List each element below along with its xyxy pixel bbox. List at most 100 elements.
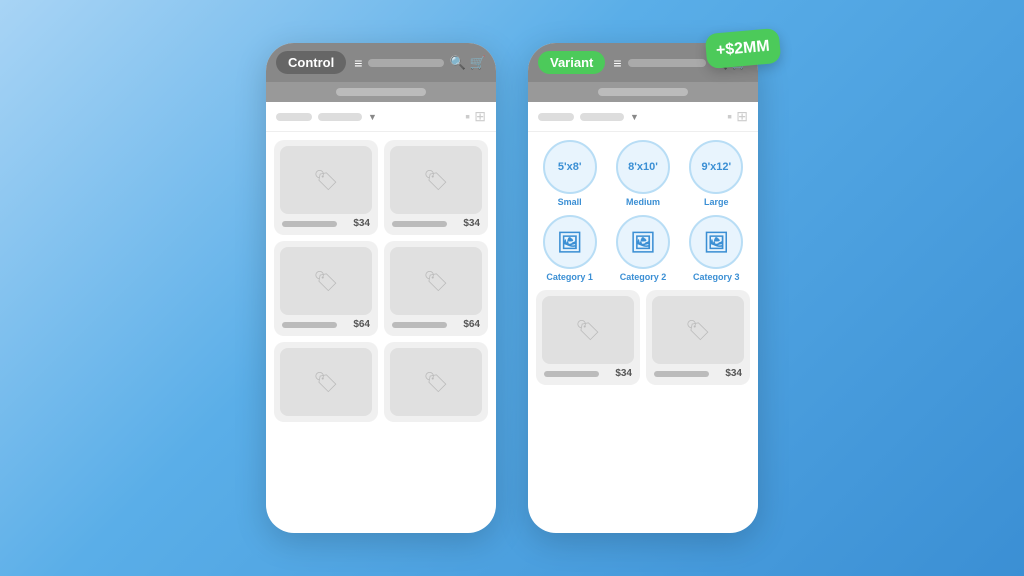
control-filter-pill-1[interactable]: [276, 113, 312, 121]
control-product-info-1: $34: [280, 218, 372, 229]
variant-size-sublabel-medium: Medium: [626, 197, 660, 207]
control-subheader-bar: [336, 88, 426, 96]
variant-category-icon-3: 🖼: [704, 230, 729, 255]
variant-size-circle-large[interactable]: 9'x12': [689, 140, 743, 194]
variant-header-bar: [628, 59, 706, 67]
variant-category-circles: 🖼 Category 1 🖼 Category 2 🖼: [536, 215, 750, 282]
variant-revenue-badge: +$2MM: [705, 28, 782, 69]
control-product-image-1: 🏷: [280, 146, 372, 214]
control-product-card-5[interactable]: 🏷: [274, 342, 378, 422]
control-header-icons: 🔍 🛒: [450, 55, 486, 71]
control-product-price-4: $64: [463, 319, 480, 330]
control-product-info-2: $34: [390, 218, 482, 229]
control-product-grid-3: 🏷 🏷: [274, 342, 488, 422]
control-label: Control: [276, 51, 346, 74]
control-product-price-1: $34: [353, 218, 370, 229]
variant-product-image-1: 🏷: [542, 296, 634, 364]
control-product-price-3: $64: [353, 319, 370, 330]
control-product-card-6[interactable]: 🏷: [384, 342, 488, 422]
variant-product-name-bar-1: [544, 371, 599, 377]
control-header: Control ≡ 🔍 🛒: [266, 43, 496, 82]
variant-product-info-1: $34: [542, 368, 634, 379]
variant-category-circle-3[interactable]: 🖼: [689, 215, 743, 269]
variant-menu-icon[interactable]: ≡: [613, 55, 621, 71]
control-product-info-4: $64: [390, 319, 482, 330]
variant-category-label-2: Category 2: [620, 272, 667, 282]
control-subheader: [266, 82, 496, 102]
control-chevron-icon: ▼: [368, 112, 377, 122]
control-product-image-6: 🏷: [390, 348, 482, 416]
control-product-grid-1: 🏷 $34 🏷 $34: [274, 140, 488, 235]
variant-size-item-medium[interactable]: 8'x10' Medium: [616, 140, 670, 207]
variant-product-price-2: $34: [725, 368, 742, 379]
variant-content: 5'x8' Small 8'x10' Medium 9'x12': [528, 132, 758, 533]
variant-product-price-1: $34: [615, 368, 632, 379]
control-phone-wrapper: Control ≡ 🔍 🛒 ▼ ▪ ⊞: [266, 43, 496, 533]
variant-category-circle-2[interactable]: 🖼: [616, 215, 670, 269]
variant-category-item-3[interactable]: 🖼 Category 3: [689, 215, 743, 282]
variant-product-info-2: $34: [652, 368, 744, 379]
control-product-name-bar-3: [282, 322, 337, 328]
variant-category-icon-2: 🖼: [630, 230, 655, 255]
variant-product-card-1[interactable]: 🏷 $34: [536, 290, 640, 385]
control-header-bar: [368, 59, 443, 67]
variant-category-icon-1: 🖼: [557, 230, 582, 255]
variant-label: Variant: [538, 51, 605, 74]
screens-container: Control ≡ 🔍 🛒 ▼ ▪ ⊞: [266, 43, 758, 533]
variant-category-circle-1[interactable]: 🖼: [543, 215, 597, 269]
variant-subheader-bar: [598, 88, 688, 96]
variant-size-label-medium: 8'x10': [628, 161, 658, 173]
variant-size-circle-small[interactable]: 5'x8': [543, 140, 597, 194]
control-list-view-icon[interactable]: ▪: [465, 108, 470, 125]
control-filter-dropdown[interactable]: [318, 113, 362, 121]
variant-category-label-3: Category 3: [693, 272, 740, 282]
control-cart-icon[interactable]: 🛒: [470, 55, 486, 71]
variant-product-card-2[interactable]: 🏷 $34: [646, 290, 750, 385]
variant-size-sublabel-small: Small: [558, 197, 582, 207]
variant-category-item-1[interactable]: 🖼 Category 1: [543, 215, 597, 282]
variant-grid-icons: ▪ ⊞: [727, 108, 748, 125]
control-product-card-4[interactable]: 🏷 $64: [384, 241, 488, 336]
control-content: 🏷 $34 🏷 $34: [266, 132, 496, 533]
variant-product-image-2: 🏷: [652, 296, 744, 364]
variant-filter-dropdown[interactable]: [580, 113, 624, 121]
variant-size-item-large[interactable]: 9'x12' Large: [689, 140, 743, 207]
variant-grid-view-icon[interactable]: ⊞: [736, 108, 748, 125]
control-product-name-bar-4: [392, 322, 447, 328]
variant-size-item-small[interactable]: 5'x8' Small: [543, 140, 597, 207]
control-phone: Control ≡ 🔍 🛒 ▼ ▪ ⊞: [266, 43, 496, 533]
variant-product-grid-1: 🏷 $34 🏷 $34: [536, 290, 750, 385]
variant-subheader: [528, 82, 758, 102]
control-grid-view-icon[interactable]: ⊞: [474, 108, 486, 125]
variant-category-label-1: Category 1: [546, 272, 593, 282]
variant-size-label-small: 5'x8': [558, 161, 582, 173]
control-filter-bar: ▼ ▪ ⊞: [266, 102, 496, 132]
variant-filter-bar: ▼ ▪ ⊞: [528, 102, 758, 132]
control-product-image-5: 🏷: [280, 348, 372, 416]
control-product-image-2: 🏷: [390, 146, 482, 214]
control-product-image-3: 🏷: [280, 247, 372, 315]
control-product-card-1[interactable]: 🏷 $34: [274, 140, 378, 235]
variant-size-circles: 5'x8' Small 8'x10' Medium 9'x12': [536, 140, 750, 207]
control-product-info-3: $64: [280, 319, 372, 330]
control-search-icon[interactable]: 🔍: [450, 55, 466, 71]
control-product-price-2: $34: [463, 218, 480, 229]
control-product-card-2[interactable]: 🏷 $34: [384, 140, 488, 235]
variant-size-label-large: 9'x12': [701, 161, 731, 173]
variant-category-item-2[interactable]: 🖼 Category 2: [616, 215, 670, 282]
variant-phone-wrapper: Variant ≡ 🔍 🛒 ▼ ▪ ⊞: [528, 43, 758, 533]
control-product-image-4: 🏷: [390, 247, 482, 315]
control-product-grid-2: 🏷 $64 🏷 $64: [274, 241, 488, 336]
variant-filter-pill-1[interactable]: [538, 113, 574, 121]
control-menu-icon[interactable]: ≡: [354, 55, 362, 71]
control-product-card-3[interactable]: 🏷 $64: [274, 241, 378, 336]
variant-list-view-icon[interactable]: ▪: [727, 108, 732, 125]
variant-phone: Variant ≡ 🔍 🛒 ▼ ▪ ⊞: [528, 43, 758, 533]
variant-product-name-bar-2: [654, 371, 709, 377]
control-product-name-bar-2: [392, 221, 447, 227]
variant-size-sublabel-large: Large: [704, 197, 729, 207]
control-grid-icons: ▪ ⊞: [465, 108, 486, 125]
control-product-name-bar-1: [282, 221, 337, 227]
variant-chevron-icon: ▼: [630, 112, 639, 122]
variant-size-circle-medium[interactable]: 8'x10': [616, 140, 670, 194]
